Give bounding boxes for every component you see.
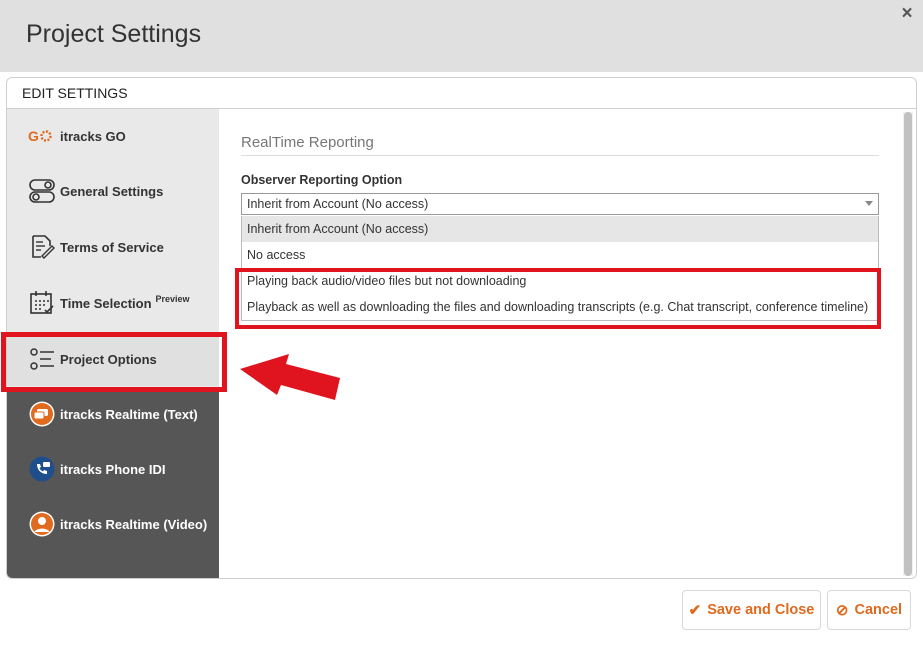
sidebar-item-phone-idi[interactable]: itracks Phone IDI — [7, 442, 219, 496]
preview-badge: Preview — [155, 294, 190, 304]
sidebar-item-label: itracks Realtime (Text) — [60, 406, 198, 422]
settings-content: RealTime Reporting Observer Reporting Op… — [220, 110, 907, 578]
chevron-down-icon — [865, 201, 873, 206]
calendar-icon — [28, 289, 56, 317]
sidebar-item-realtime-video[interactable]: itracks Realtime (Video) — [7, 497, 219, 551]
scrollbar[interactable] — [903, 112, 913, 576]
highlight-box-sidebar — [1, 332, 227, 392]
sidebar-item-label: itracks GO — [60, 128, 126, 144]
sidebar-item-time-selection[interactable]: Time Selection Preview — [7, 276, 219, 330]
svg-text:G: G — [28, 128, 39, 144]
sidebar-item-itracks-go[interactable]: G itracks GO — [7, 109, 219, 163]
checkmark-icon: ✔ — [688, 602, 702, 619]
sidebar-item-label: Terms of Service — [60, 239, 164, 255]
user-icon — [28, 510, 56, 538]
toggle-icon — [28, 177, 56, 205]
dialog-title: Project Settings — [26, 20, 202, 48]
cancel-button[interactable]: ⊘ Cancel — [827, 590, 911, 630]
dropdown-option[interactable]: Inherit from Account (No access) — [242, 216, 878, 242]
sidebar-item-general-settings[interactable]: General Settings — [7, 164, 219, 218]
phone-icon — [28, 455, 56, 483]
dialog-header: Project Settings × — [0, 0, 923, 72]
sidebar-item-label: General Settings — [60, 183, 164, 199]
panel-heading: EDIT SETTINGS — [7, 78, 916, 109]
sidebar-item-terms-of-service[interactable]: Terms of Service — [7, 220, 219, 274]
sidebar-item-label: Time Selection — [60, 295, 152, 311]
save-and-close-button[interactable]: ✔ Save and Close — [682, 590, 821, 630]
sidebar-item-label: itracks Phone IDI — [60, 461, 166, 477]
chat-bubbles-icon — [28, 400, 56, 428]
scroll-thumb[interactable] — [904, 112, 912, 576]
observer-reporting-select[interactable]: Inherit from Account (No access) — [241, 193, 879, 215]
cancel-icon: ⊘ — [835, 602, 849, 619]
highlight-box-options — [235, 268, 881, 329]
field-label: Observer Reporting Option — [241, 173, 403, 187]
go-logo-icon: G — [28, 122, 56, 150]
save-label: Save and Close — [707, 602, 815, 618]
dropdown-option[interactable]: No access — [242, 242, 878, 268]
sidebar-item-label: itracks Realtime (Video) — [60, 516, 208, 532]
select-value: Inherit from Account (No access) — [247, 197, 429, 211]
annotation-arrow-icon — [240, 354, 340, 400]
document-sign-icon — [28, 233, 56, 261]
section-title: RealTime Reporting — [241, 134, 879, 156]
close-icon[interactable]: × — [899, 4, 915, 23]
cancel-label: Cancel — [854, 602, 903, 618]
sidebar-item-realtime-text[interactable]: itracks Realtime (Text) — [7, 387, 219, 441]
